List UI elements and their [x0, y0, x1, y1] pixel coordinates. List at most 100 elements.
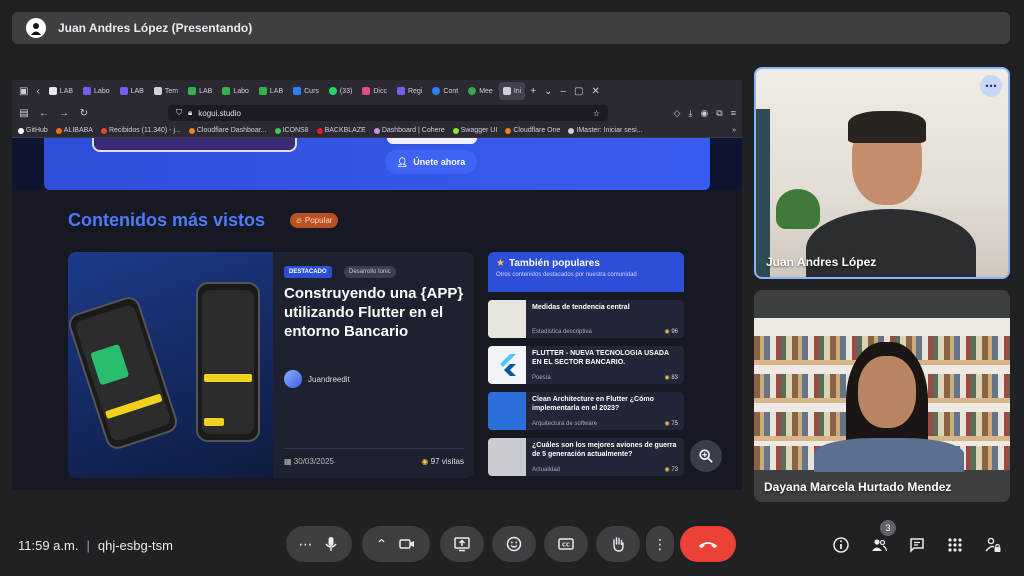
close-icon[interactable]: ✕ — [588, 86, 602, 97]
item-thumbnail — [488, 392, 526, 430]
bookmark[interactable]: ALIBABA — [55, 127, 93, 134]
phone-mockup — [196, 282, 260, 442]
account-icon[interactable]: ◉ — [700, 108, 708, 119]
present-screen-icon — [454, 537, 470, 552]
tab-favicon — [396, 87, 405, 95]
tab-favicon — [48, 87, 57, 95]
menu-icon[interactable]: ≡ — [731, 108, 736, 119]
bookmark[interactable]: Dashboard | Cohere — [373, 127, 445, 134]
browser-tab[interactable]: LAB — [45, 82, 77, 100]
item-category: Arquitectura de software — [532, 421, 598, 427]
maximize-icon[interactable]: ▢ — [571, 86, 586, 97]
divider: | — [86, 538, 90, 553]
most-viewed-section: Contenidos más vistos 🔥︎ Popular DESTACA… — [12, 190, 742, 490]
browser-tab[interactable]: Labo — [218, 82, 253, 100]
flutter-logo-icon — [500, 354, 516, 376]
back-arrow-icon[interactable]: ← — [38, 108, 50, 119]
meeting-details-button[interactable] — [830, 534, 852, 556]
list-item[interactable]: Medidas de tendencia central Estadística… — [488, 300, 684, 338]
browser-tab-active[interactable]: Ini — [498, 82, 526, 100]
browser-tab[interactable]: Labo — [79, 82, 114, 100]
browser-tab-bar: ▣ ‹ LAB Labo LAB Tem LAB Labo LAB Curs (… — [12, 80, 742, 102]
browser-tab[interactable]: Mee — [464, 82, 497, 100]
captions-button[interactable]: CC — [544, 526, 588, 562]
activities-button[interactable] — [944, 534, 966, 556]
also-popular-subtitle: Otros contenidos destacados por nuestra … — [496, 272, 637, 278]
camera-button[interactable]: ⌃ — [362, 526, 430, 562]
tab-favicon — [83, 87, 92, 95]
browser-tab[interactable]: Regi — [393, 82, 426, 100]
tab-favicon — [293, 87, 302, 95]
browser-tab[interactable]: Dicc — [358, 82, 391, 100]
star-icon[interactable]: ☆ — [593, 109, 600, 118]
featured-title[interactable]: Construyendo una {APP} utilizando Flutte… — [284, 284, 464, 341]
meeting-info: 11:59 a.m. | qhj-esbg-tsm — [18, 538, 173, 553]
bookmark[interactable]: GitHub — [18, 127, 48, 134]
cloudflare-icon — [188, 127, 195, 134]
chevron-down-icon[interactable]: ⌄ — [541, 86, 555, 97]
browser-tab[interactable]: LAB — [116, 82, 148, 100]
browser-tab[interactable]: Cont — [428, 82, 462, 100]
minimize-icon[interactable]: – — [557, 86, 569, 97]
list-item[interactable]: FLUTTER - NUEVA TECNOLOGIA USADA EN EL S… — [488, 346, 684, 384]
browser-tab[interactable]: Tem — [150, 82, 182, 100]
bookmark[interactable]: ICONS8 — [274, 127, 309, 134]
bookmark[interactable]: Swagger UI — [452, 127, 497, 134]
join-now-button[interactable]: 👤︎ Únete ahora — [385, 150, 477, 174]
featured-card[interactable]: DESTACADO Desarrollo Ionic Construyendo … — [68, 252, 474, 478]
bookmark[interactable]: Cloudflare One — [505, 127, 560, 134]
tab-favicon — [119, 87, 128, 95]
forward-arrow-icon[interactable]: → — [58, 108, 70, 119]
featured-footer: ▦ 30/03/2025 ◉ 97 visitas — [284, 448, 464, 466]
browser-tab[interactable]: (33) — [325, 82, 356, 100]
meeting-code: qhj-esbg-tsm — [97, 538, 173, 553]
bookmark[interactable]: Cloudflare Dashboar... — [188, 127, 267, 134]
reactions-button[interactable] — [492, 526, 536, 562]
list-item[interactable]: ¿Cuáles son los mejores aviones de guerr… — [488, 438, 684, 476]
new-tab-icon[interactable]: + — [527, 86, 539, 97]
author[interactable]: Juandreedit — [284, 370, 350, 388]
item-title: FLUTTER - NUEVA TECNOLOGIA USADA EN EL S… — [532, 350, 669, 366]
more-options-button[interactable]: ⋯ — [980, 75, 1002, 97]
browser-tab[interactable]: Curs — [289, 82, 323, 100]
participant-tile[interactable]: Dayana Marcela Hurtado Mendez — [754, 290, 1010, 502]
chat-button[interactable] — [906, 534, 928, 556]
bookmark[interactable]: IMaster: Iniciar sesi... — [568, 127, 643, 134]
bookmarks-overflow-icon[interactable]: » — [732, 127, 736, 134]
host-controls-button[interactable] — [982, 534, 1004, 556]
bookmark[interactable]: BACKBLAZE — [316, 127, 366, 134]
zoom-in-button[interactable] — [690, 440, 722, 472]
microphone-button[interactable]: ⋯ — [286, 526, 352, 562]
participant-tile[interactable]: ⋯ Juan Andres López — [754, 67, 1010, 279]
tab-list-icon[interactable]: ▣ — [16, 86, 31, 97]
extensions-icon[interactable]: ⧉ — [716, 108, 722, 119]
tab-favicon — [502, 87, 511, 95]
more-options-button[interactable]: ⋮ — [646, 526, 674, 562]
end-call-button[interactable] — [680, 526, 736, 562]
browser-tab[interactable]: LAB — [184, 82, 216, 100]
chevron-up-icon[interactable]: ⌃ — [376, 536, 388, 553]
browser-tab[interactable]: LAB — [255, 82, 287, 100]
video-camera-icon — [399, 539, 415, 549]
lock-person-icon — [985, 537, 1001, 552]
more-audio-options-icon[interactable]: ⋯ — [299, 536, 313, 553]
eye-icon: ◉ — [664, 421, 670, 427]
people-count-badge: 3 — [880, 520, 896, 536]
category-tag[interactable]: Desarrollo Ionic — [344, 266, 396, 278]
url-bar[interactable]: ⛉ 🔒︎ kogui.studio ☆ — [168, 105, 608, 121]
download-icon[interactable]: ⤓ — [688, 108, 692, 119]
tab-favicon — [188, 87, 197, 95]
flame-icon: 🔥︎ — [296, 215, 302, 225]
tabs-back-icon[interactable]: ‹ — [33, 86, 42, 97]
pocket-icon[interactable]: ◇ — [674, 108, 681, 119]
meeting-controls-bar: 11:59 a.m. | qhj-esbg-tsm ⋯ ⌃ CC ⋮ — [0, 518, 1024, 576]
bookmark[interactable]: Recibidos (11.340) - j... — [100, 127, 181, 134]
people-icon — [872, 539, 888, 552]
list-item[interactable]: Clean Architecture en Flutter ¿Cómo impl… — [488, 392, 684, 430]
reload-icon[interactable]: ↻ — [78, 108, 90, 119]
info-icon — [833, 537, 849, 553]
sidebar-toggle-icon[interactable]: ▤ — [18, 108, 30, 119]
present-screen-button[interactable] — [440, 526, 484, 562]
people-button[interactable] — [868, 534, 890, 556]
raise-hand-button[interactable] — [596, 526, 640, 562]
